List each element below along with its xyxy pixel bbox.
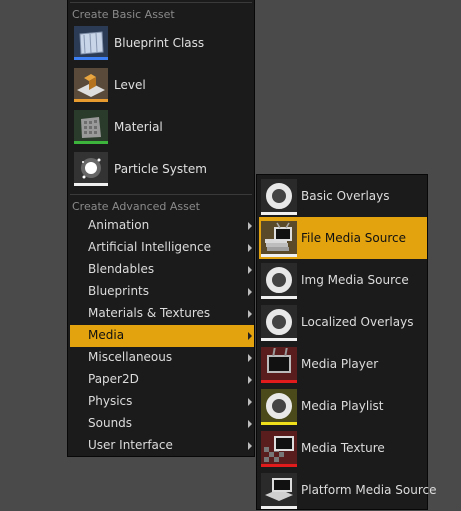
menu-item-label: Blueprint Class xyxy=(114,36,205,50)
submenu-item-platform-media-source[interactable]: Platform Media Source xyxy=(259,469,437,511)
submenu-arrow-icon xyxy=(248,222,252,230)
menu-item-physics[interactable]: Physics xyxy=(70,391,254,413)
blueprint-class-icon xyxy=(74,26,108,60)
submenu-item-label: Media Texture xyxy=(301,441,385,455)
submenu-arrow-icon xyxy=(248,442,252,450)
submenu-item-media-player[interactable]: Media Player xyxy=(259,343,427,385)
menu-item-miscellaneous[interactable]: Miscellaneous xyxy=(70,347,254,369)
create-asset-menu: Create Basic Asset Blueprint Class Level xyxy=(67,0,255,457)
submenu-item-label: Basic Overlays xyxy=(301,189,390,203)
submenu-arrow-icon xyxy=(248,288,252,296)
overlay-ring-icon xyxy=(261,263,297,299)
menu-item-sounds[interactable]: Sounds xyxy=(70,413,254,435)
particle-system-icon xyxy=(74,152,108,186)
menu-item-material[interactable]: Material xyxy=(72,109,252,147)
file-media-source-icon xyxy=(261,221,297,257)
submenu-arrow-icon xyxy=(248,266,252,274)
menu-divider xyxy=(70,194,252,195)
submenu-arrow-icon xyxy=(248,420,252,428)
menu-item-label: Blueprints xyxy=(88,284,150,298)
menu-item-blendables[interactable]: Blendables xyxy=(70,259,254,281)
asset-type-bar xyxy=(261,506,297,509)
submenu-item-media-playlist[interactable]: Media Playlist xyxy=(259,385,427,427)
submenu-item-label: Media Playlist xyxy=(301,399,384,413)
menu-item-user-interface[interactable]: User Interface xyxy=(70,435,254,457)
menu-item-label: Physics xyxy=(88,394,133,408)
overlay-ring-icon xyxy=(261,305,297,341)
menu-top-divider xyxy=(70,2,252,3)
asset-type-bar xyxy=(74,141,108,144)
submenu-item-localized-overlays[interactable]: Localized Overlays xyxy=(259,301,427,343)
submenu-item-img-media-source[interactable]: Img Media Source xyxy=(259,259,427,301)
menu-item-label: Artificial Intelligence xyxy=(88,240,211,254)
menu-item-label: Material xyxy=(114,120,163,134)
menu-item-particle-system[interactable]: Particle System xyxy=(72,151,252,189)
menu-item-label: Particle System xyxy=(114,162,207,176)
menu-item-paper2d[interactable]: Paper2D xyxy=(70,369,254,391)
menu-item-label: User Interface xyxy=(88,438,173,452)
submenu-arrow-icon xyxy=(248,376,252,384)
asset-type-bar xyxy=(261,464,297,467)
tv-icon xyxy=(261,347,297,383)
submenu-item-label: Media Player xyxy=(301,357,379,371)
menu-item-media[interactable]: Media xyxy=(70,325,254,347)
submenu-arrow-icon xyxy=(248,244,252,252)
basic-asset-header: Create Basic Asset xyxy=(72,8,175,21)
asset-type-bar xyxy=(74,99,108,102)
asset-type-bar xyxy=(74,57,108,60)
level-icon xyxy=(74,68,108,102)
playlist-ring-icon xyxy=(261,389,297,425)
asset-type-bar xyxy=(261,338,297,341)
asset-type-bar xyxy=(261,422,297,425)
menu-item-label: Miscellaneous xyxy=(88,350,173,364)
menu-item-label: Materials & Textures xyxy=(88,306,211,320)
asset-type-bar xyxy=(261,380,297,383)
submenu-arrow-icon xyxy=(248,332,252,340)
menu-item-label: Sounds xyxy=(88,416,133,430)
menu-item-blueprint-class[interactable]: Blueprint Class xyxy=(72,25,252,63)
submenu-arrow-icon xyxy=(248,354,252,362)
submenu-item-label: Platform Media Source xyxy=(301,483,437,497)
asset-type-bar xyxy=(261,254,297,257)
menu-item-label: Paper2D xyxy=(88,372,139,386)
submenu-arrow-icon xyxy=(248,398,252,406)
asset-type-bar xyxy=(261,296,297,299)
submenu-item-media-texture[interactable]: Media Texture xyxy=(259,427,427,469)
menu-item-materials-textures[interactable]: Materials & Textures xyxy=(70,303,254,325)
overlay-ring-icon xyxy=(261,179,297,215)
menu-item-label: Level xyxy=(114,78,146,92)
submenu-item-basic-overlays[interactable]: Basic Overlays xyxy=(259,175,427,217)
material-icon xyxy=(74,110,108,144)
submenu-item-label: File Media Source xyxy=(301,231,406,245)
submenu-item-label: Localized Overlays xyxy=(301,315,414,329)
menu-item-blueprints[interactable]: Blueprints xyxy=(70,281,254,303)
menu-item-label: Blendables xyxy=(88,262,155,276)
menu-item-label: Media xyxy=(88,328,125,342)
menu-item-label: Animation xyxy=(88,218,150,232)
asset-type-bar xyxy=(74,183,108,186)
menu-item-artificial-intelligence[interactable]: Artificial Intelligence xyxy=(70,237,254,259)
submenu-item-file-media-source[interactable]: File Media Source xyxy=(259,217,427,259)
media-texture-icon xyxy=(261,431,297,467)
submenu-item-label: Img Media Source xyxy=(301,273,409,287)
media-submenu: Basic Overlays File Media Source Img Med… xyxy=(256,174,437,511)
menu-item-animation[interactable]: Animation xyxy=(70,215,254,237)
menu-item-level[interactable]: Level xyxy=(72,67,252,105)
advanced-asset-header: Create Advanced Asset xyxy=(72,200,200,213)
platform-media-source-icon xyxy=(261,473,297,509)
submenu-arrow-icon xyxy=(248,310,252,318)
asset-type-bar xyxy=(261,212,297,215)
